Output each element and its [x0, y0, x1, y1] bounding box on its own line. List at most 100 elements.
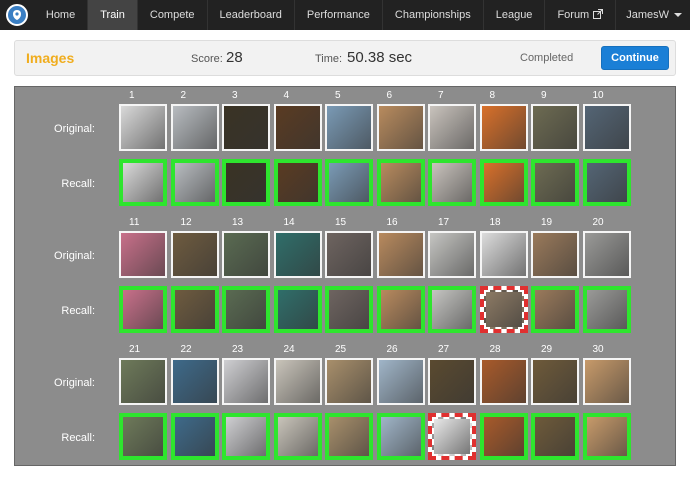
- thumbnail-image: [329, 417, 369, 456]
- thumbnail-image: [329, 290, 369, 329]
- thumbnail-image: [584, 106, 629, 149]
- recall-image-tile: [531, 413, 579, 460]
- recall-image-tile: [531, 286, 579, 333]
- thumbnail-image: [378, 106, 423, 149]
- recall-image-tile: [582, 159, 631, 206]
- original-image-tile: [222, 358, 270, 405]
- recall-row-label: Recall:: [61, 178, 95, 190]
- column-number: 26: [386, 344, 398, 355]
- thumbnail-image: [432, 163, 472, 202]
- nav-item-train[interactable]: Train: [88, 0, 138, 30]
- original-row-label: Original:: [54, 250, 95, 262]
- nav-item-label: Championships: [394, 9, 471, 21]
- thumbnail-image: [586, 417, 627, 456]
- recall-image-tile: [273, 413, 322, 460]
- original-image-tile: [582, 104, 631, 151]
- recall-image-tile: [119, 159, 167, 206]
- original-image-tile: [222, 104, 270, 151]
- thumbnail-image: [327, 360, 371, 403]
- nav-item-label: Home: [45, 9, 76, 21]
- nav-item-compete[interactable]: Compete: [138, 0, 208, 30]
- original-image-tile: [531, 104, 579, 151]
- original-image-tile: [582, 358, 631, 405]
- original-image-tile: [273, 358, 322, 405]
- thumbnail-image: [172, 106, 217, 149]
- column-number: 4: [283, 90, 290, 101]
- thumbnail-image: [277, 417, 318, 456]
- thumbnail-image: [430, 360, 474, 403]
- original-image-tile: [531, 358, 579, 405]
- thumbnail-image: [224, 233, 268, 276]
- thumbnail-image: [121, 106, 165, 149]
- thumbnail-image: [378, 360, 423, 403]
- original-image-tile: [428, 231, 476, 278]
- nav-item-label: League: [495, 9, 533, 21]
- nav-item-home[interactable]: Home: [34, 0, 89, 30]
- user-menu[interactable]: JamesW: [616, 0, 690, 30]
- column-number: 6: [386, 90, 393, 101]
- recall-image-tile: [428, 286, 476, 333]
- original-image-tile: [170, 104, 219, 151]
- original-image-tile: [119, 104, 167, 151]
- external-link-icon: [593, 8, 604, 22]
- thumbnail-image: [172, 233, 217, 276]
- original-image-tile: [531, 231, 579, 278]
- original-image-tile: [273, 104, 322, 151]
- nav-item-label: Performance: [306, 9, 370, 21]
- thumbnail-image: [481, 233, 526, 276]
- column-number: 8: [489, 90, 496, 101]
- nav-item-performance[interactable]: Performance: [295, 0, 383, 30]
- column-number: 1: [129, 90, 135, 101]
- thumbnail-image: [483, 163, 524, 202]
- thumbnail-image: [483, 417, 524, 456]
- continue-button[interactable]: Continue: [601, 46, 669, 70]
- recall-image-tile: [119, 413, 167, 460]
- original-image-tile: [119, 358, 167, 405]
- column-number: 2: [180, 90, 187, 101]
- recall-image-tile: [222, 286, 270, 333]
- recall-image-tile: [479, 286, 528, 333]
- thumbnail-image: [277, 290, 318, 329]
- thumbnail-image: [226, 290, 266, 329]
- column-number: 25: [335, 344, 347, 355]
- thumbnail-image: [329, 163, 369, 202]
- nav-item-league[interactable]: League: [484, 0, 546, 30]
- thumbnail-image: [535, 290, 575, 329]
- recall-image-tile: [273, 159, 322, 206]
- nav-item-label: Leaderboard: [219, 9, 282, 21]
- thumbnail-image: [380, 417, 421, 456]
- thumbnail-image: [275, 360, 320, 403]
- column-number: 12: [180, 217, 192, 228]
- column-number: 24: [283, 344, 295, 355]
- site-logo[interactable]: [0, 0, 34, 30]
- original-row-label: Original:: [54, 377, 95, 389]
- thumbnail-image: [277, 163, 318, 202]
- column-number: 30: [592, 344, 604, 355]
- column-number: 22: [180, 344, 192, 355]
- original-image-tile: [273, 231, 322, 278]
- thumbnail-image: [327, 106, 371, 149]
- nav-item-leaderboard[interactable]: Leaderboard: [208, 0, 295, 30]
- thumbnail-image: [533, 360, 577, 403]
- nav-item-forum[interactable]: Forum: [545, 0, 617, 30]
- nav-item-championships[interactable]: Championships: [383, 0, 484, 30]
- column-number: 16: [386, 217, 398, 228]
- column-number: 3: [232, 90, 238, 101]
- column-number: 27: [438, 344, 450, 355]
- thumbnail-image: [226, 163, 266, 202]
- column-number: 13: [232, 217, 244, 228]
- thumbnail-image: [226, 417, 266, 456]
- column-number: 20: [592, 217, 604, 228]
- thumbnail-image: [586, 163, 627, 202]
- nav-item-label: Train: [100, 9, 125, 21]
- thumbnail-image: [483, 290, 524, 329]
- username: JamesW: [626, 9, 669, 21]
- thumbnail-image: [123, 163, 163, 202]
- column-number: 18: [489, 217, 501, 228]
- result-header: Images Score: 28 Time: 50.38 sec Complet…: [14, 40, 676, 76]
- score-value: 28: [226, 49, 243, 66]
- original-image-tile: [479, 231, 528, 278]
- original-image-tile: [376, 231, 425, 278]
- recall-image-tile: [325, 286, 373, 333]
- nav-item-label: Forum: [557, 9, 590, 21]
